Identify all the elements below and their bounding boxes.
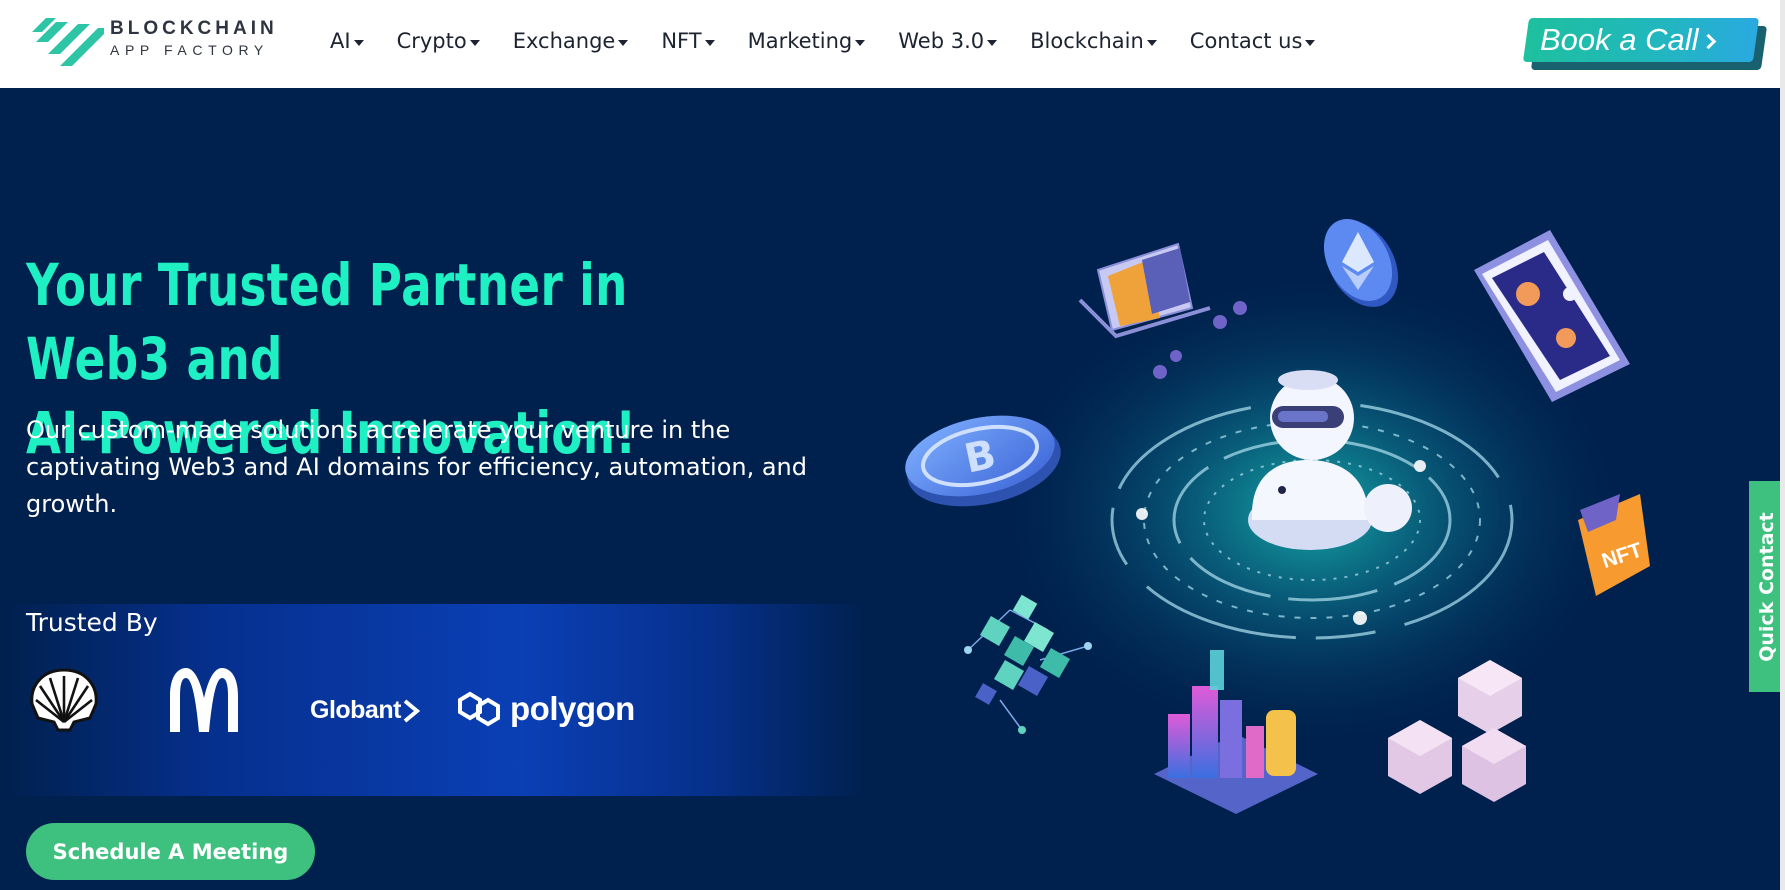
site-header: BLOCKCHAIN APP FACTORY AI Crypto Exchang…: [0, 0, 1785, 88]
nav-item-label: NFT: [661, 29, 702, 53]
nav-item-label: Exchange: [512, 29, 616, 53]
caret-down-icon: [855, 39, 866, 46]
globant-text: Globant: [310, 696, 401, 724]
mcdonalds-logo: [166, 666, 242, 738]
book-a-call-label: Book a Call: [1540, 22, 1699, 57]
nav-item-exchange[interactable]: Exchange: [513, 29, 629, 53]
trusted-by-label: Trusted By: [26, 608, 158, 637]
hero-title-line-1: Your Trusted Partner in Web3 and: [26, 251, 628, 393]
chevron-right-icon: [1700, 33, 1716, 50]
polygon-text: polygon: [510, 690, 635, 727]
caret-down-icon: [353, 39, 364, 46]
nav-item-nft[interactable]: NFT: [661, 29, 715, 53]
globant-arrow-icon: [403, 698, 420, 723]
schedule-meeting-button[interactable]: Schedule A Meeting: [26, 823, 315, 880]
caret-down-icon: [618, 39, 629, 46]
polygon-logo: polygon: [454, 686, 635, 732]
nav-item-contact-us[interactable]: Contact us: [1190, 29, 1316, 53]
logo[interactable]: BLOCKCHAIN APP FACTORY: [26, 10, 290, 66]
caret-down-icon: [1305, 39, 1316, 46]
polygon-mark-icon: [458, 691, 500, 727]
nav-item-label: Web 3.0: [898, 29, 985, 53]
web3-ai-illustration: B NFT: [880, 190, 1680, 850]
globant-logo: Globant: [310, 696, 420, 725]
nav-item-ai[interactable]: AI: [330, 29, 364, 53]
nav-item-label: Marketing: [747, 29, 853, 53]
caret-down-icon: [704, 39, 715, 46]
caret-down-icon: [987, 39, 998, 46]
caret-down-icon: [1146, 39, 1157, 46]
nav-item-label: Blockchain: [1030, 29, 1144, 53]
logo-wordmark-bottom: APP FACTORY: [110, 42, 269, 58]
logo-mark-icon: [26, 10, 104, 66]
hero-subtitle: Our custom-made solutions accelerate you…: [26, 416, 807, 518]
caret-down-icon: [469, 39, 480, 46]
nav-item-blockchain[interactable]: Blockchain: [1030, 29, 1157, 53]
logo-wordmark-top: BLOCKCHAIN: [110, 18, 278, 39]
main-nav: AI Crypto Exchange NFT Marketing Web 3.0…: [330, 24, 1348, 58]
shell-logo: [28, 666, 100, 738]
nav-item-crypto[interactable]: Crypto: [397, 29, 480, 53]
nav-item-marketing[interactable]: Marketing: [748, 29, 866, 53]
nav-item-web3[interactable]: Web 3.0: [898, 29, 998, 53]
quick-contact-label: Quick Contact: [1756, 511, 1778, 662]
nav-item-label: Contact us: [1189, 29, 1303, 53]
nav-item-label: AI: [330, 29, 351, 53]
page-scrollbar[interactable]: [1780, 0, 1785, 890]
nav-item-label: Crypto: [396, 29, 467, 53]
book-a-call-button[interactable]: Book a Call: [1522, 18, 1768, 70]
